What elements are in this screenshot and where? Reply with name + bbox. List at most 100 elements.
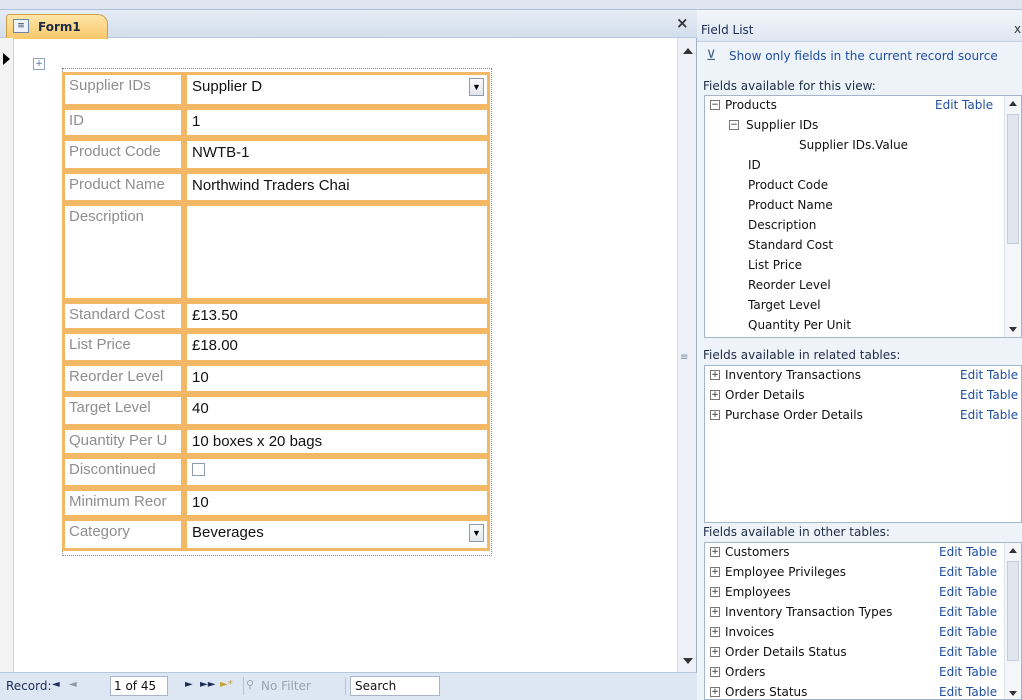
separator xyxy=(243,677,244,695)
expand-icon[interactable]: + xyxy=(710,627,720,637)
expand-icon[interactable]: + xyxy=(710,647,720,657)
text-field[interactable]: NWTB-1 xyxy=(184,138,490,171)
first-record-button[interactable]: ◄ xyxy=(52,679,60,690)
dropdown-arrow-icon[interactable]: ▼ xyxy=(469,78,484,96)
combo-box[interactable]: Beverages ▼ xyxy=(184,518,490,551)
edit-table-link[interactable]: Edit Table xyxy=(939,545,997,559)
search-input[interactable]: Search xyxy=(350,676,440,696)
scrollbar-thumb[interactable] xyxy=(1007,561,1019,661)
field-label: Discontinued xyxy=(62,456,184,488)
new-record-button[interactable]: ►* xyxy=(220,679,233,690)
text-field[interactable]: 10 xyxy=(184,363,490,394)
tree-item[interactable]: Product Code xyxy=(705,176,1021,196)
table-item[interactable]: + Employees Edit Table xyxy=(705,583,1021,603)
tree-item[interactable]: ID xyxy=(705,156,1021,176)
edit-table-link[interactable]: Edit Table xyxy=(939,685,997,699)
other-tables-scrollbar[interactable] xyxy=(1004,543,1021,699)
expand-icon[interactable]: + xyxy=(710,587,720,597)
tree-item[interactable]: Description xyxy=(705,216,1021,236)
close-icon[interactable]: × xyxy=(676,15,689,31)
table-name: Invoices xyxy=(725,625,775,639)
collapse-icon[interactable]: − xyxy=(729,120,739,130)
expand-icon[interactable]: + xyxy=(710,607,720,617)
tree-item[interactable]: Supplier IDs.Value xyxy=(705,136,1021,156)
tree-item[interactable]: − Products Edit Table xyxy=(705,96,1021,116)
scroll-up-icon[interactable] xyxy=(1009,101,1017,106)
table-item[interactable]: + Customers Edit Table xyxy=(705,543,1021,563)
layout-move-handle-icon[interactable]: + xyxy=(33,58,45,70)
collapse-icon[interactable]: − xyxy=(710,100,720,110)
edit-table-link[interactable]: Edit Table xyxy=(939,645,997,659)
tree-item[interactable]: Quantity Per Unit xyxy=(705,316,1021,336)
field-list-title: Field List xyxy=(701,23,754,37)
show-current-source-link[interactable]: Show only fields in the current record s… xyxy=(729,49,998,63)
field-value: £13.50 xyxy=(192,307,238,324)
edit-table-link[interactable]: Edit Table xyxy=(960,388,1018,402)
last-record-button[interactable]: ►► xyxy=(200,679,215,690)
tree-item[interactable]: Target Level xyxy=(705,296,1021,316)
expand-icon[interactable]: + xyxy=(710,667,720,677)
edit-table-link[interactable]: Edit Table xyxy=(939,585,997,599)
field-value: Beverages xyxy=(192,524,264,541)
checkbox[interactable] xyxy=(192,463,205,476)
scroll-down-icon[interactable] xyxy=(1009,327,1017,332)
form-window: ≡ Form1 × + Record: ◄ ◄ 1 of 45 ► ►► ►* … xyxy=(0,10,697,700)
scrollbar-thumb[interactable] xyxy=(1007,114,1019,244)
tree-item[interactable]: − Supplier IDs xyxy=(705,116,1021,136)
tree-item[interactable]: List Price xyxy=(705,256,1021,276)
edit-table-link[interactable]: Edit Table xyxy=(939,565,997,579)
edit-table-link[interactable]: Edit Table xyxy=(939,665,997,679)
table-item[interactable]: + Orders Edit Table xyxy=(705,663,1021,683)
table-item[interactable]: + Employee Privileges Edit Table xyxy=(705,563,1021,583)
expand-icon[interactable]: + xyxy=(710,370,720,380)
table-item[interactable]: + Orders Status Edit Table xyxy=(705,683,1021,699)
text-field[interactable]: 1 xyxy=(184,107,490,138)
no-filter-button[interactable]: No Filter xyxy=(261,679,311,693)
table-item[interactable]: + Invoices Edit Table xyxy=(705,623,1021,643)
expand-icon[interactable]: + xyxy=(710,687,720,697)
text-field[interactable]: £18.00 xyxy=(184,331,490,363)
dropdown-arrow-icon[interactable]: ▼ xyxy=(469,524,484,542)
table-item[interactable]: + Inventory Transaction Types Edit Table xyxy=(705,603,1021,623)
scroll-down-icon[interactable] xyxy=(683,658,693,664)
field-label: ID xyxy=(62,107,184,138)
expand-icon[interactable]: + xyxy=(710,410,720,420)
expand-icon[interactable]: + xyxy=(710,390,720,400)
table-item[interactable]: + Order Details Edit Table xyxy=(705,386,1021,406)
scroll-up-icon[interactable] xyxy=(683,48,693,54)
text-field[interactable]: 10 boxes x 20 bags xyxy=(184,427,490,456)
edit-table-link[interactable]: Edit Table xyxy=(960,408,1018,422)
text-field[interactable]: 10 xyxy=(184,488,490,518)
edit-table-link[interactable]: Edit Table xyxy=(960,368,1018,382)
combo-box[interactable]: Supplier D ▼ xyxy=(184,72,490,107)
tree-item[interactable]: Product Name xyxy=(705,196,1021,216)
table-item[interactable]: + Purchase Order Details Edit Table xyxy=(705,406,1021,426)
tree-item[interactable]: Reorder Level xyxy=(705,276,1021,296)
previous-record-button[interactable]: ◄ xyxy=(69,679,77,690)
next-record-button[interactable]: ► xyxy=(185,679,193,690)
record-label: Record: xyxy=(6,679,52,693)
current-record-input[interactable]: 1 of 45 xyxy=(110,676,168,696)
scroll-down-icon[interactable] xyxy=(1009,691,1017,696)
table-item[interactable]: + Inventory Transactions Edit Table xyxy=(705,366,1021,386)
table-item[interactable]: + Order Details Status Edit Table xyxy=(705,643,1021,663)
text-field[interactable]: £13.50 xyxy=(184,301,490,331)
view-fields-scrollbar[interactable] xyxy=(1004,96,1021,337)
edit-table-link[interactable]: Edit Table xyxy=(939,605,997,619)
edit-table-link[interactable]: Edit Table xyxy=(939,625,997,639)
memo-field[interactable] xyxy=(184,203,490,301)
text-field[interactable]: Northwind Traders Chai xyxy=(184,171,490,203)
expand-icon[interactable]: + xyxy=(710,547,720,557)
edit-table-link[interactable]: Edit Table xyxy=(935,98,993,112)
checkbox-field[interactable] xyxy=(184,456,490,488)
field-list-close-icon[interactable]: x xyxy=(1014,22,1021,36)
text-field[interactable]: 40 xyxy=(184,394,490,427)
field-value: 1 xyxy=(192,113,201,130)
scroll-up-icon[interactable] xyxy=(1009,548,1017,553)
expand-icon[interactable]: + xyxy=(710,567,720,577)
tab-form1[interactable]: ≡ Form1 xyxy=(6,14,108,39)
tree-item[interactable]: Standard Cost xyxy=(705,236,1021,256)
separator xyxy=(345,677,346,695)
splitter-grip-icon[interactable]: ≡ xyxy=(680,352,688,363)
record-selector[interactable] xyxy=(0,38,14,672)
